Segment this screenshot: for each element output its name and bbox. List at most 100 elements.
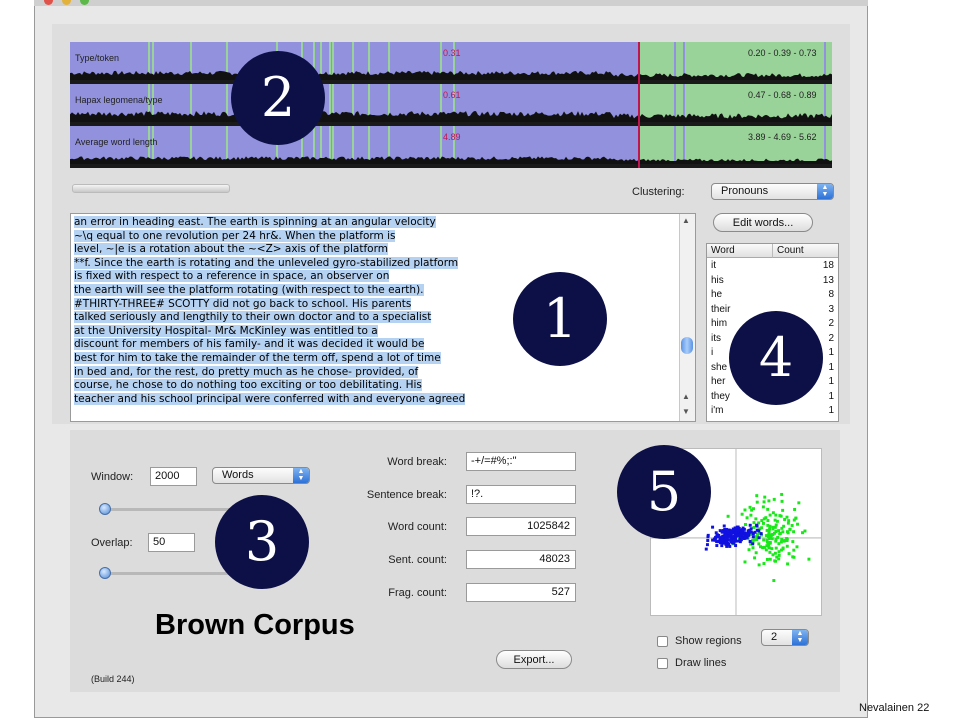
scatter-point-green bbox=[755, 494, 759, 498]
word-break-input[interactable]: -+/=#%;:" bbox=[466, 452, 576, 471]
scatter-point-blue bbox=[734, 531, 738, 535]
scroll-down-arrow-icon[interactable]: ▼ bbox=[682, 407, 690, 416]
scatter-point-green bbox=[744, 523, 747, 526]
window-size-input[interactable]: 2000 bbox=[150, 467, 197, 486]
scatter-point-green bbox=[774, 546, 778, 550]
table-cell-count[interactable]: 2 bbox=[828, 318, 834, 329]
scatter-point-green bbox=[786, 521, 790, 525]
table-cell-count[interactable]: 18 bbox=[823, 260, 834, 271]
scatter-point-blue bbox=[715, 544, 719, 548]
regions-count-popup[interactable]: 2 ▲ ▼ bbox=[761, 629, 809, 646]
table-cell-word[interactable]: i'm bbox=[711, 405, 723, 416]
text-line: at the University Hospital- Mr& McKinley… bbox=[74, 324, 378, 339]
boundary-marker bbox=[329, 42, 331, 80]
table-cell-count[interactable]: 3 bbox=[828, 304, 834, 315]
column-header-word[interactable]: Word bbox=[707, 244, 773, 258]
clustering-label: Clustering: bbox=[632, 186, 685, 198]
position-marker[interactable] bbox=[638, 42, 640, 168]
table-cell-word[interactable]: him bbox=[711, 318, 727, 329]
scatter-point-green bbox=[807, 557, 811, 561]
table-cell-word[interactable]: she bbox=[711, 362, 727, 373]
scatter-point-green bbox=[780, 499, 784, 503]
scatter-point-green bbox=[773, 518, 777, 522]
sent-count-label: Sent. count: bbox=[388, 554, 447, 566]
scatter-point-blue bbox=[705, 543, 709, 547]
scatter-point-blue bbox=[706, 539, 710, 542]
word-count-label: Word count: bbox=[387, 521, 447, 533]
window-slider-knob[interactable] bbox=[99, 503, 111, 515]
metric-tracks[interactable] bbox=[70, 42, 832, 168]
column-header-count[interactable]: Count bbox=[773, 244, 838, 258]
popup-arrows-icon: ▲ ▼ bbox=[817, 184, 833, 199]
scatter-point-green bbox=[788, 527, 792, 531]
track-range-type-token: 0.20 - 0.39 - 0.73 bbox=[748, 48, 817, 58]
draw-lines-checkbox[interactable] bbox=[657, 658, 668, 669]
overlap-input[interactable]: 50 bbox=[148, 533, 195, 552]
scatter-point-blue bbox=[748, 523, 752, 527]
text-line: discount for members of his family- and … bbox=[74, 338, 425, 352]
table-cell-word[interactable]: he bbox=[711, 289, 722, 300]
table-cell-word[interactable]: her bbox=[711, 376, 725, 387]
text-line: teacher and his school principal were co… bbox=[74, 392, 466, 407]
table-cell-word[interactable]: its bbox=[711, 333, 721, 344]
scatter-point-blue bbox=[704, 547, 708, 551]
draw-lines-label: Draw lines bbox=[675, 657, 727, 669]
table-cell-count[interactable]: 1 bbox=[828, 405, 834, 416]
scatter-point-green bbox=[743, 508, 747, 512]
track-range-word-length: 3.89 - 4.69 - 5.62 bbox=[748, 132, 817, 142]
export-button[interactable]: Export... bbox=[496, 650, 572, 669]
text-line-content: course, he chose to do nothing too excit… bbox=[74, 379, 422, 392]
scatter-point-green bbox=[785, 544, 789, 548]
scatter-point-blue bbox=[720, 530, 724, 534]
table-cell-count[interactable]: 1 bbox=[828, 347, 834, 358]
clustering-popup[interactable]: Pronouns ▲ ▼ bbox=[711, 183, 834, 200]
scatter-point-blue bbox=[725, 527, 729, 531]
table-cell-count[interactable]: 1 bbox=[828, 391, 834, 402]
scatter-point-green bbox=[791, 540, 795, 544]
window-unit-popup[interactable]: Words ▲ ▼ bbox=[212, 467, 310, 484]
table-cell-count[interactable]: 1 bbox=[828, 376, 834, 387]
show-regions-checkbox[interactable] bbox=[657, 636, 668, 647]
table-cell-word[interactable]: i bbox=[711, 347, 713, 358]
popup-arrows-icon: ▲ ▼ bbox=[792, 630, 808, 645]
callout-4: 4 bbox=[729, 311, 823, 405]
scatter-point-green bbox=[771, 527, 775, 531]
text-line-content: level, ~|e is a rotation about the ~<Z> … bbox=[74, 243, 388, 256]
build-label: (Build 244) bbox=[91, 674, 135, 684]
scatter-point-green bbox=[786, 562, 790, 566]
scroll-up-arrow-icon[interactable]: ▲ bbox=[682, 216, 690, 225]
scatter-point-green bbox=[761, 546, 765, 550]
scatter-point-green bbox=[762, 500, 766, 504]
table-cell-word[interactable]: their bbox=[711, 304, 730, 315]
clustering-value: Pronouns bbox=[721, 185, 769, 197]
table-cell-count[interactable]: 13 bbox=[823, 275, 834, 286]
text-line-content: best for him to take the remainder of th… bbox=[74, 352, 441, 364]
word-break-label: Word break: bbox=[387, 456, 447, 468]
scatter-point-blue bbox=[748, 540, 752, 543]
text-line: is fixed with respect to a reference in … bbox=[74, 270, 390, 284]
scatter-point-green bbox=[772, 579, 776, 582]
scatter-point-green bbox=[760, 519, 764, 523]
scatter-point-green bbox=[752, 507, 755, 511]
scatter-point-green bbox=[768, 550, 772, 554]
scatter-point-green bbox=[767, 529, 771, 533]
track-mid-type-token: 0.31 bbox=[443, 48, 461, 58]
overlap-slider-knob[interactable] bbox=[99, 567, 111, 579]
table-cell-word[interactable]: it bbox=[711, 260, 716, 271]
table-cell-word[interactable]: his bbox=[711, 275, 724, 286]
edit-words-button[interactable]: Edit words... bbox=[713, 213, 813, 232]
scatter-point-green bbox=[748, 505, 752, 509]
sentence-break-input[interactable]: !?. bbox=[466, 485, 576, 504]
scatter-point-blue bbox=[733, 536, 737, 540]
scatter-point-green bbox=[777, 550, 781, 554]
table-cell-count[interactable]: 1 bbox=[828, 362, 834, 373]
scroll-thumb[interactable] bbox=[681, 337, 693, 354]
table-cell-count[interactable]: 8 bbox=[828, 289, 834, 300]
scatter-point-green bbox=[792, 530, 796, 534]
table-cell-count[interactable]: 2 bbox=[828, 333, 834, 344]
scatter-point-green bbox=[787, 552, 791, 556]
scatter-point-green bbox=[785, 530, 789, 534]
scroll-up-small-arrow-icon[interactable]: ▲ bbox=[682, 392, 690, 401]
text-scrollbar[interactable]: ▲ ▲ ▼ bbox=[679, 214, 695, 421]
table-cell-word[interactable]: they bbox=[711, 391, 730, 402]
